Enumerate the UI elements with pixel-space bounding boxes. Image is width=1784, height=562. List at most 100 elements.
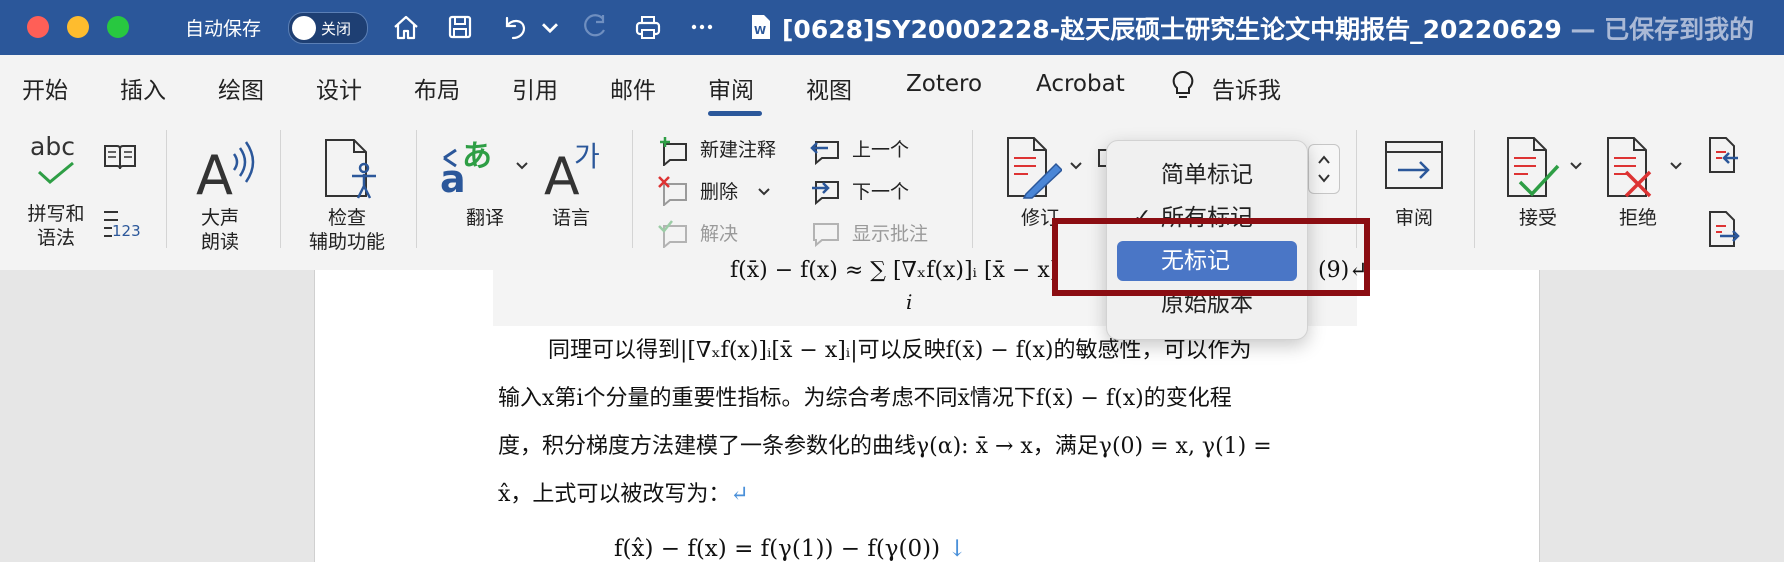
toggle-state-label: 关闭 xyxy=(321,20,352,38)
menu-item-simple-markup[interactable]: 简单标记 xyxy=(1117,155,1297,195)
new-comment-icon xyxy=(660,137,687,166)
delete-dropdown-chevron-icon[interactable] xyxy=(756,184,772,200)
resolve-comment-icon xyxy=(658,220,687,248)
tab-references[interactable]: 引用 xyxy=(512,71,558,105)
track-changes-dropdown-chevron-icon[interactable] xyxy=(1068,158,1084,174)
translate-dropdown-chevron-icon[interactable] xyxy=(514,158,530,174)
spelling-grammar-button[interactable]: abc xyxy=(24,130,84,190)
line-break-mark: ↓ xyxy=(947,536,967,562)
reject-icon[interactable] xyxy=(1604,136,1662,200)
language-label: 语言 xyxy=(551,207,590,229)
ribbon-separator xyxy=(1474,130,1475,248)
ribbon-separator xyxy=(280,130,281,248)
next-comment-icon xyxy=(812,181,839,206)
checkmark-icon xyxy=(37,161,74,184)
accept-dropdown-chevron-icon[interactable] xyxy=(1568,158,1584,174)
close-window-button[interactable] xyxy=(27,16,49,38)
stepper-chevrons-icon xyxy=(1318,155,1330,183)
equation-bottom-text: f(x̂) − f(x) = f(γ(1)) − f(γ(0)) xyxy=(614,536,941,562)
paragraph-line-2: 输入x第i个分量的重要性指标。为综合考虑不同x̄情况下f(x̄) − f(x)的… xyxy=(498,386,1232,411)
equation-top-index: i xyxy=(906,290,913,314)
zoom-window-button[interactable] xyxy=(107,16,129,38)
undo-icon[interactable] xyxy=(496,10,532,44)
accept-label: 接受 xyxy=(1518,207,1557,229)
spelling-label-line2: 语法 xyxy=(36,227,75,249)
thesaurus-book-icon[interactable] xyxy=(102,142,138,172)
translate-label: 翻译 xyxy=(465,207,504,229)
new-comment-button[interactable]: 新建注释 xyxy=(700,138,776,162)
tab-acrobat[interactable]: Acrobat xyxy=(1036,71,1125,97)
ribbon-separator xyxy=(632,130,633,248)
tab-insert[interactable]: 插入 xyxy=(120,71,166,105)
track-changes-icon[interactable] xyxy=(1004,136,1062,200)
read-aloud-label: 大声 朗读 xyxy=(190,206,250,254)
show-comments-icon xyxy=(813,223,839,248)
equation-top: f(x̄) − f(x) ≈ ∑ [∇ₓf(x)]ᵢ [x̄ − x] xyxy=(730,258,1059,283)
active-tab-indicator xyxy=(708,111,762,116)
tab-layout[interactable]: 布局 xyxy=(414,71,460,105)
home-icon[interactable] xyxy=(388,10,424,44)
accessibility-line2: 辅助功能 xyxy=(308,231,385,253)
ribbon-separator xyxy=(416,130,417,248)
delete-comment-button[interactable]: 删除 xyxy=(700,180,738,204)
spelling-grammar-label: 拼写和 语法 xyxy=(22,202,90,250)
document-name: [0628]SY20002228-赵天辰硕士研究生论文中期报告_20220629 xyxy=(782,15,1562,44)
accept-icon[interactable] xyxy=(1504,136,1562,200)
minimize-window-button[interactable] xyxy=(67,16,89,38)
next-comment-button[interactable]: 下一个 xyxy=(852,180,909,204)
title-bar: 自动保存 关闭 W [0628]SY20002228-赵天辰硕士研究生论文中期报… xyxy=(0,0,1784,55)
previous-comment-icon xyxy=(810,141,839,166)
svg-text:가: 가 xyxy=(574,140,600,173)
reject-label: 拒绝 xyxy=(1618,207,1657,229)
spelling-label-line1: 拼写和 xyxy=(27,203,85,225)
lightbulb-icon xyxy=(1172,70,1194,98)
save-icon[interactable] xyxy=(442,10,478,44)
redo-icon[interactable] xyxy=(576,10,612,44)
markup-stepper[interactable] xyxy=(1308,144,1340,194)
word-count-icon-text: 123 xyxy=(112,222,141,240)
tab-tell-me[interactable]: 告诉我 xyxy=(1212,71,1281,105)
word-count-button[interactable]: 123 xyxy=(102,208,142,244)
paragraph-line-3: 度，积分梯度方法建模了一条参数化的曲线γ(α): x̄ → x，满足γ(0) =… xyxy=(498,434,1272,459)
menu-item-label: 简单标记 xyxy=(1161,162,1253,188)
saved-status: — 已保存到我的 xyxy=(1561,15,1755,44)
reviewing-pane-icon[interactable] xyxy=(1384,140,1444,192)
accessibility-check-icon[interactable] xyxy=(322,138,378,200)
undo-dropdown-chevron-icon[interactable] xyxy=(536,10,564,44)
translate-button[interactable]: aあ xyxy=(440,132,510,198)
tab-mailings[interactable]: 邮件 xyxy=(610,71,656,105)
tab-view[interactable]: 视图 xyxy=(806,71,852,105)
autosave-toggle[interactable]: 关闭 xyxy=(288,12,368,44)
read-aloud-line2: 朗读 xyxy=(200,231,239,253)
reject-dropdown-chevron-icon[interactable] xyxy=(1668,158,1684,174)
tab-design[interactable]: 设计 xyxy=(316,71,362,105)
paragraph-mark: ↵ xyxy=(730,482,749,507)
delete-comment-icon xyxy=(658,176,687,206)
highlight-box xyxy=(1052,218,1370,296)
paragraph-line-4-text: x̂，上式可以被改写为： xyxy=(498,482,731,507)
ribbon-tabs: 开始 插入 绘图 设计 布局 引用 邮件 审阅 视图 Zotero Acroba… xyxy=(0,55,1784,118)
tab-draw[interactable]: 绘图 xyxy=(218,71,264,105)
previous-comment-button[interactable]: 上一个 xyxy=(852,138,909,162)
translate-icon: aあ xyxy=(440,139,492,198)
read-aloud-line1: 大声 xyxy=(200,207,239,229)
abc-icon-text: abc xyxy=(30,132,75,161)
svg-text:A: A xyxy=(196,144,233,200)
paragraph-line-4: x̂，上式可以被改写为：↵ xyxy=(498,476,749,508)
more-icon[interactable] xyxy=(684,10,720,44)
tab-zotero[interactable]: Zotero xyxy=(906,71,982,97)
previous-change-icon[interactable] xyxy=(1706,136,1740,174)
read-aloud-icon[interactable]: A xyxy=(194,140,256,200)
word-doc-icon: W xyxy=(752,15,770,39)
resolve-comment-button[interactable]: 解决 xyxy=(700,222,738,246)
print-icon[interactable] xyxy=(630,10,666,44)
next-change-icon[interactable] xyxy=(1706,210,1740,248)
tab-home[interactable]: 开始 xyxy=(22,71,68,105)
show-comments-button[interactable]: 显示批注 xyxy=(852,222,928,246)
accessibility-label: 检查 辅助功能 xyxy=(300,206,394,254)
accessibility-line1: 检查 xyxy=(327,207,366,229)
language-icon[interactable]: A가 xyxy=(544,136,604,198)
tab-review[interactable]: 审阅 xyxy=(708,71,754,105)
document-title: [0628]SY20002228-赵天辰硕士研究生论文中期报告_20220629… xyxy=(782,10,1754,46)
ribbon-separator xyxy=(166,130,167,248)
